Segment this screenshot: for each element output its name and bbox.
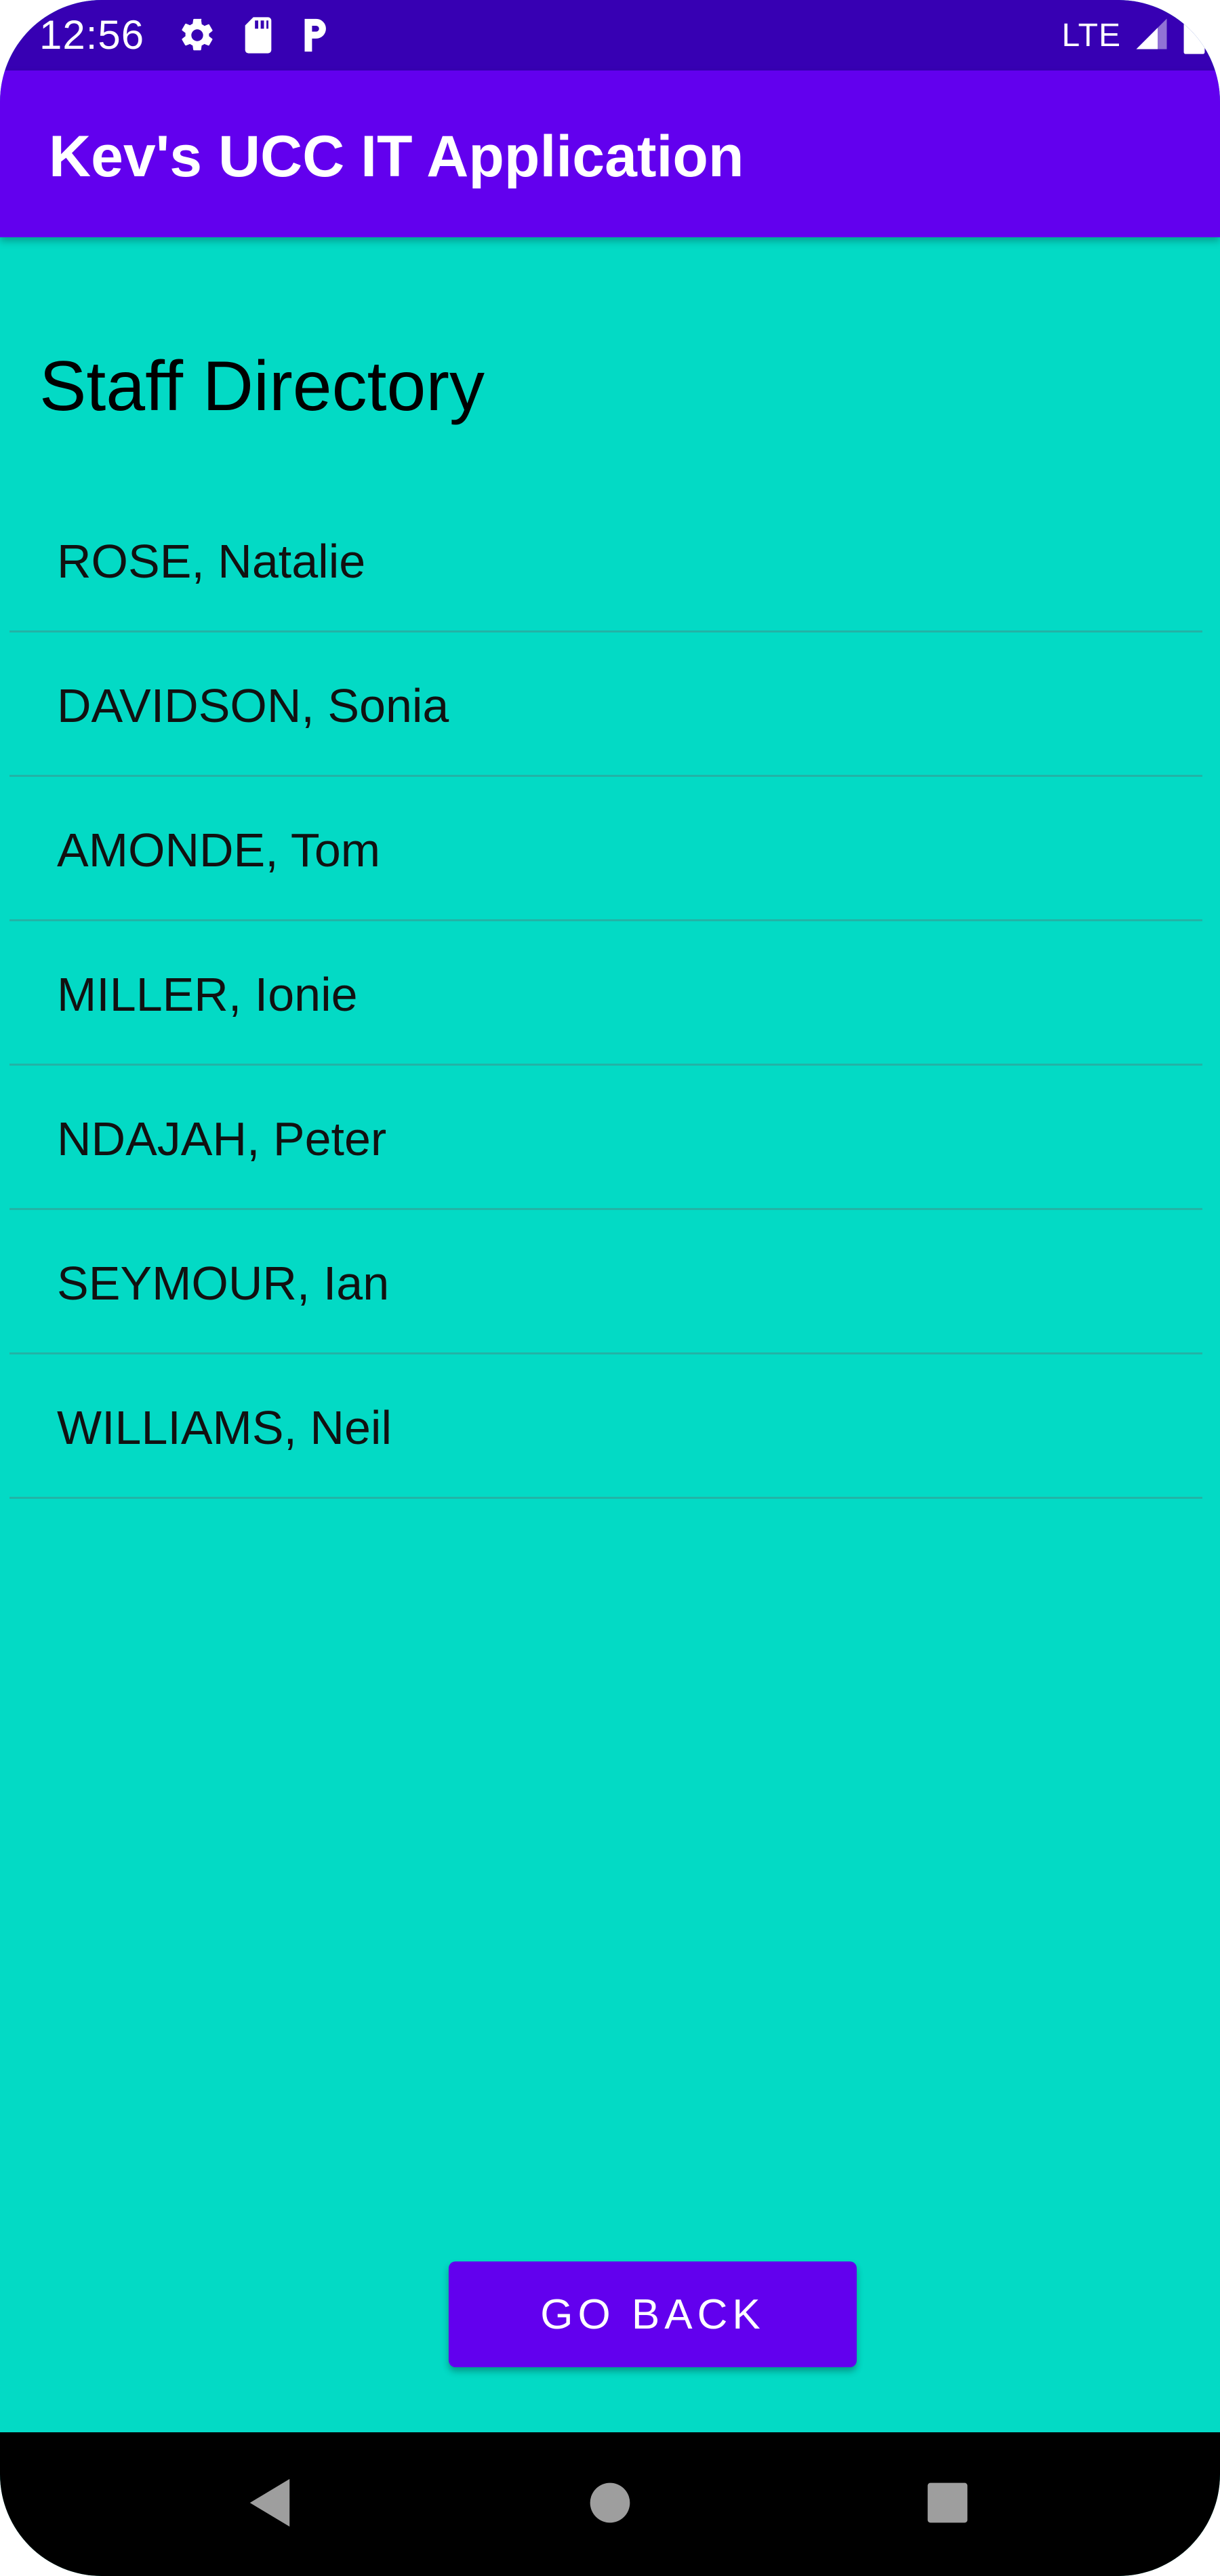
nav-recents-button[interactable]	[893, 2432, 1002, 2576]
staff-name: AMONDE, Tom	[57, 824, 381, 877]
list-item[interactable]: ROSE, Natalie	[9, 488, 1202, 632]
nav-home-button[interactable]	[556, 2432, 664, 2576]
gear-icon	[178, 16, 217, 55]
nav-back-button[interactable]	[216, 2432, 324, 2576]
staff-name: DAVIDSON, Sonia	[57, 679, 449, 732]
status-notification-icons	[178, 15, 329, 56]
page-title: Staff Directory	[39, 347, 485, 426]
app-bar: Kev's UCC IT Application	[0, 71, 1220, 237]
list-item[interactable]: NDAJAH, Peter	[9, 1066, 1202, 1210]
staff-name: NDAJAH, Peter	[57, 1112, 387, 1165]
go-back-button[interactable]: GO BACK	[449, 2261, 857, 2367]
sd-card-icon	[241, 16, 275, 55]
system-nav-bar	[0, 2432, 1220, 2576]
back-icon	[245, 2477, 294, 2532]
status-right: LTE	[1062, 11, 1206, 60]
status-time: 12:56	[39, 12, 145, 58]
status-bar: 12:56 LTE	[0, 0, 1220, 71]
list-item[interactable]: DAVIDSON, Sonia	[9, 632, 1202, 777]
staff-name: MILLER, Ionie	[57, 968, 358, 1021]
phone-screen: 12:56 LTE Kev's UCC IT Application Staff…	[0, 0, 1220, 2576]
recents-icon	[926, 2481, 969, 2528]
battery-icon	[1182, 12, 1206, 59]
parking-icon	[300, 16, 329, 55]
staff-list: ROSE, Natalie DAVIDSON, Sonia AMONDE, To…	[9, 488, 1202, 1499]
list-item[interactable]: AMONDE, Tom	[9, 777, 1202, 921]
staff-name: SEYMOUR, Ian	[57, 1257, 390, 1310]
staff-name: WILLIAMS, Neil	[57, 1401, 392, 1454]
list-item[interactable]: WILLIAMS, Neil	[9, 1354, 1202, 1499]
home-icon	[588, 2481, 632, 2528]
list-item[interactable]: MILLER, Ionie	[9, 921, 1202, 1066]
app-title: Kev's UCC IT Application	[49, 124, 744, 189]
signal-icon	[1133, 15, 1170, 56]
staff-name: ROSE, Natalie	[57, 535, 366, 588]
list-item[interactable]: SEYMOUR, Ian	[9, 1210, 1202, 1354]
network-type: LTE	[1061, 17, 1121, 54]
